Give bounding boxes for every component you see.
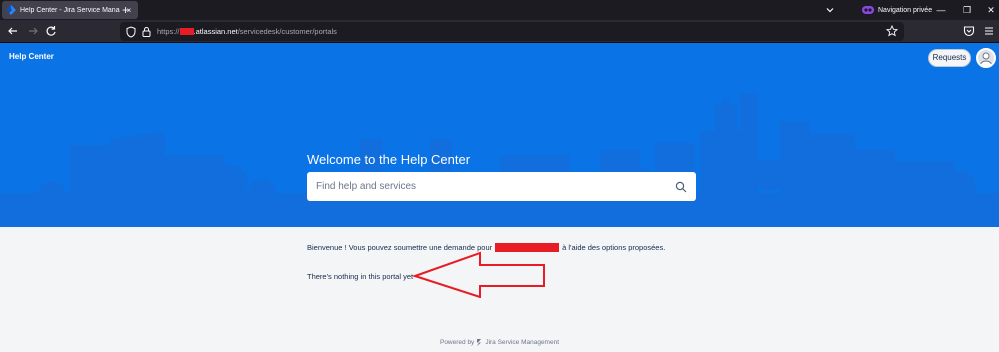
powered-by-product[interactable]: Jira Service Management xyxy=(485,339,559,346)
welcome-message-end: à l'aide des options proposées. xyxy=(562,243,666,252)
private-mask-icon xyxy=(862,6,874,14)
tab-title: Help Center - Jira Service Manage xyxy=(20,6,120,14)
private-browsing-indicator: Navigation privée xyxy=(862,3,932,17)
back-arrow-icon[interactable] xyxy=(6,24,20,38)
url-text: https:// .atlassian.net /servicedesk/cus… xyxy=(157,27,337,36)
close-window-button[interactable]: ✕ xyxy=(984,3,998,17)
search-icon[interactable] xyxy=(675,181,687,193)
search-input[interactable]: Find help and services xyxy=(307,172,696,201)
url-host: .atlassian.net xyxy=(193,27,238,36)
annotation-arrow xyxy=(412,251,545,298)
browser-tabbar: Help Center - Jira Service Manage × + Na… xyxy=(0,0,999,20)
powered-by-label: Powered by xyxy=(439,339,475,346)
search-placeholder: Find help and services xyxy=(316,181,417,192)
private-label: Navigation privée xyxy=(878,6,933,14)
url-path: /servicedesk/customer/portals xyxy=(237,27,337,36)
list-tabs-chevron-icon[interactable] xyxy=(824,4,836,16)
restore-button[interactable]: ❐ xyxy=(960,3,974,17)
portal-header-banner: Help Center Requests Welcome to the Help… xyxy=(0,43,999,227)
welcome-heading: Welcome to the Help Center xyxy=(307,152,471,167)
jira-service-management-icon xyxy=(477,339,482,346)
browser-tab-active[interactable]: Help Center - Jira Service Manage × xyxy=(2,1,138,19)
new-tab-button[interactable]: + xyxy=(122,3,129,17)
help-center-title[interactable]: Help Center xyxy=(9,52,54,61)
address-bar[interactable]: https:// .atlassian.net /servicedesk/cus… xyxy=(120,22,904,41)
minimize-button[interactable]: — xyxy=(934,3,948,17)
powered-by-footer: Powered by Jira Service Management xyxy=(0,339,999,346)
empty-portal-message: There's nothing in this portal yet xyxy=(307,272,414,281)
user-profile-icon xyxy=(979,52,993,66)
requests-button[interactable]: Requests xyxy=(928,49,971,67)
url-redaction xyxy=(179,28,194,35)
pocket-icon[interactable] xyxy=(962,24,976,38)
browser-navbar: https:// .atlassian.net /servicedesk/cus… xyxy=(0,20,999,43)
forward-arrow-icon[interactable] xyxy=(26,24,40,38)
reload-icon[interactable] xyxy=(44,24,58,38)
user-avatar[interactable] xyxy=(976,48,996,68)
bookmark-star-icon[interactable] xyxy=(886,25,898,37)
hamburger-menu-icon[interactable] xyxy=(982,24,996,38)
shield-icon[interactable] xyxy=(126,25,136,38)
lock-icon[interactable] xyxy=(142,26,151,37)
jira-favicon-icon xyxy=(6,5,16,15)
url-prefix: https:// xyxy=(157,27,180,36)
